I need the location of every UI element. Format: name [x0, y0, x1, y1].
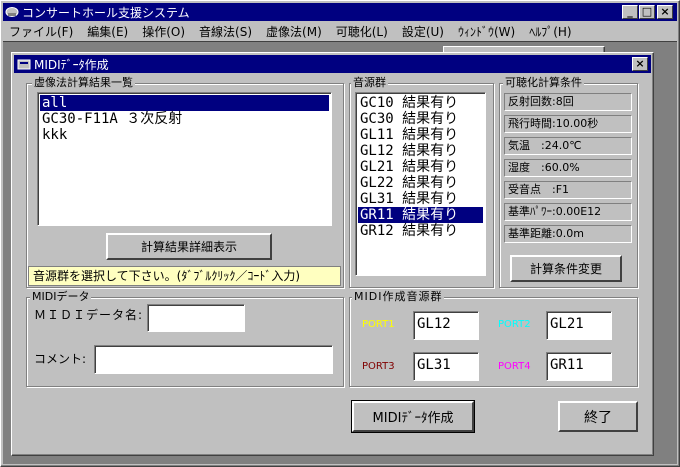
condition-field: 反射回数:8回: [504, 93, 632, 111]
source-list-item[interactable]: GR12 結果有り: [358, 223, 483, 239]
source-list-item[interactable]: GC30 結果有り: [358, 111, 483, 127]
condition-field: 受音点 :F1: [504, 181, 632, 199]
results-list-item[interactable]: all: [40, 95, 329, 111]
port4-label: PORT4: [498, 361, 531, 372]
midi-source-group-label: MIDI作成音源群: [352, 290, 445, 303]
menu-bar: ファイル(F) 編集(E) 操作(O) 音線法(S) 虚像法(M) 可聴化(L)…: [3, 22, 677, 40]
port2-input[interactable]: GL21: [546, 311, 612, 340]
results-list-item[interactable]: kkk: [40, 127, 329, 143]
source-list-item[interactable]: GR11 結果有り: [358, 207, 483, 223]
port4-input[interactable]: GR11: [546, 352, 612, 381]
close-button[interactable]: 終了: [558, 401, 638, 432]
close-icon[interactable]: ×: [657, 5, 673, 19]
source-group-label: 音源群: [351, 76, 388, 89]
menu-edit[interactable]: 編集(E): [87, 23, 128, 40]
condition-field: 気温 :24.0℃: [504, 137, 632, 155]
menu-auralization[interactable]: 可聴化(L): [336, 23, 388, 40]
midi-data-group-label: MIDIデータ: [30, 290, 92, 303]
condition-field: 基準ﾊﾟﾜｰ:0.00E12: [504, 203, 632, 221]
menu-image-method[interactable]: 虚像法(M): [266, 23, 322, 40]
maximize-icon[interactable]: □: [639, 5, 655, 19]
app-title-bar: コンサートホール支援システム: [3, 3, 677, 21]
source-list[interactable]: GC10 結果有り GC30 結果有り GL11 結果有り GL12 結果有り GL21…: [355, 92, 486, 276]
menu-file[interactable]: ファイル(F): [9, 23, 73, 40]
source-list-item[interactable]: GL21 結果有り: [358, 159, 483, 175]
condition-field: 湿度 :60.0%: [504, 159, 632, 177]
comment-input[interactable]: [94, 345, 333, 374]
condition-field: 飛行時間:10.00秒: [504, 115, 632, 133]
dialog-title-bar: MIDIﾃﾞｰﾀ作成: [14, 55, 651, 73]
dialog-title: MIDIﾃﾞｰﾀ作成: [34, 57, 109, 72]
midi-name-input[interactable]: [147, 304, 245, 332]
hint-text: 音源群を選択して下さい。(ﾀﾞﾌﾞﾙｸﾘｯｸ／ｺｰﾄﾞ入力): [28, 266, 341, 286]
dialog-close-icon[interactable]: ×: [632, 57, 648, 71]
detail-button[interactable]: 計算結果詳細表示: [106, 233, 272, 260]
menu-window[interactable]: ｳｨﾝﾄﾞｳ(W): [458, 23, 515, 40]
port1-label: PORT1: [362, 319, 395, 330]
results-list[interactable]: all GC30-F11A ３次反射 kkk: [37, 92, 332, 226]
source-list-item[interactable]: GL31 結果有り: [358, 191, 483, 207]
port3-input[interactable]: GL31: [413, 352, 479, 381]
source-list-item[interactable]: GL12 結果有り: [358, 143, 483, 159]
dialog-icon: [17, 58, 31, 70]
menu-settings[interactable]: 設定(U): [402, 23, 444, 40]
midi-name-label: ＭＩＤＩデータ名:: [34, 308, 144, 322]
port3-label: PORT3: [362, 361, 395, 372]
app-icon: [5, 6, 19, 18]
results-group-label: 虚像法計算結果一覧: [32, 76, 135, 89]
port1-input[interactable]: GL12: [413, 311, 479, 340]
menu-operation[interactable]: 操作(O): [142, 23, 185, 40]
change-conditions-button[interactable]: 計算条件変更: [510, 255, 622, 282]
port2-label: PORT2: [498, 319, 531, 330]
source-list-item[interactable]: GL11 結果有り: [358, 127, 483, 143]
menu-ray-method[interactable]: 音線法(S): [199, 23, 252, 40]
comment-label: コメント:: [34, 352, 87, 366]
app-title: コンサートホール支援システム: [22, 5, 190, 20]
condition-field: 基準距離:0.0m: [504, 225, 632, 243]
minimize-icon[interactable]: _: [622, 5, 638, 19]
source-list-item[interactable]: GC10 結果有り: [358, 95, 483, 111]
results-list-item[interactable]: GC30-F11A ３次反射: [40, 111, 329, 127]
menu-help[interactable]: ﾍﾙﾌﾟ(H): [529, 23, 571, 40]
source-list-item[interactable]: GL22 結果有り: [358, 175, 483, 191]
create-midi-button[interactable]: MIDIﾃﾞｰﾀ作成: [351, 400, 475, 433]
conditions-group-label: 可聴化計算条件: [503, 76, 584, 89]
